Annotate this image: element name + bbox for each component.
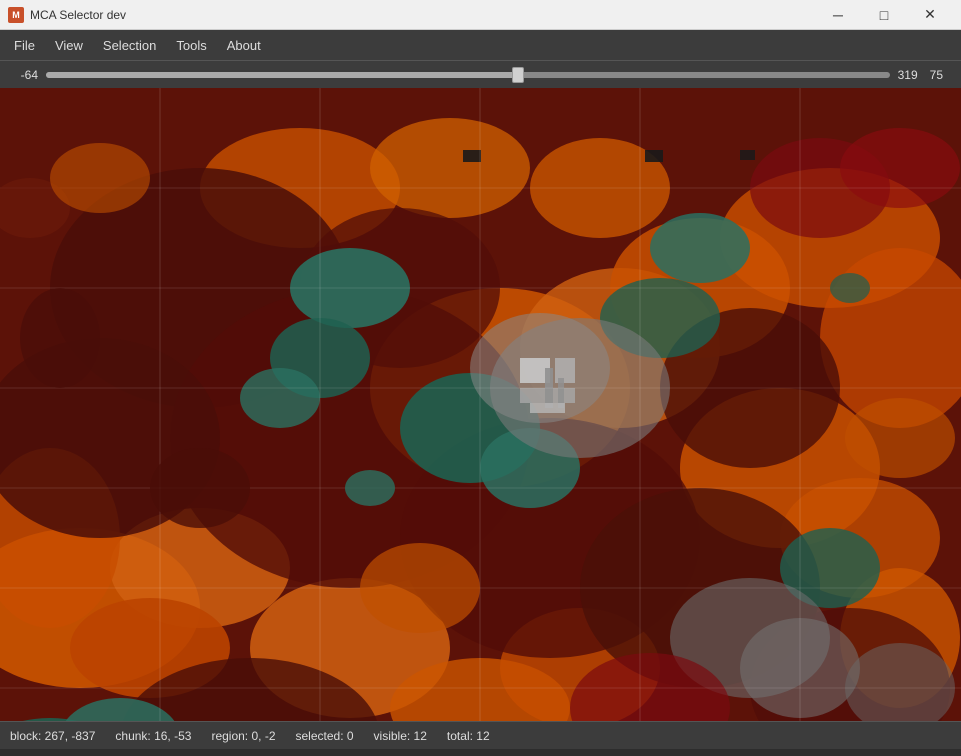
status-region: region: 0, -2: [211, 729, 295, 743]
menubar: File View Selection Tools About: [0, 30, 961, 60]
map-svg: [0, 88, 961, 721]
toolbar: -64 319 75: [0, 60, 961, 88]
slider-value-y: 75: [930, 68, 943, 82]
minimize-button[interactable]: ─: [815, 0, 861, 30]
window-controls: ─ □ ✕: [815, 0, 953, 30]
menu-view[interactable]: View: [45, 34, 93, 57]
maximize-button[interactable]: □: [861, 0, 907, 30]
status-visible: visible: 12: [374, 729, 447, 743]
slider-area: -64 319 75: [0, 68, 961, 82]
statusbar: block: 267, -837 chunk: 16, -53 region: …: [0, 721, 961, 749]
slider-right-values: 319 75: [898, 68, 953, 82]
map-area[interactable]: [0, 88, 961, 721]
status-chunk: chunk: 16, -53: [115, 729, 211, 743]
close-button[interactable]: ✕: [907, 0, 953, 30]
titlebar-left: M MCA Selector dev: [8, 7, 126, 23]
status-block: block: 267, -837: [10, 729, 115, 743]
menu-file[interactable]: File: [4, 34, 45, 57]
menu-about[interactable]: About: [217, 34, 271, 57]
slider-left-value: -64: [8, 68, 38, 82]
app-icon-label: M: [12, 10, 20, 20]
menu-selection[interactable]: Selection: [93, 34, 166, 57]
titlebar: M MCA Selector dev ─ □ ✕: [0, 0, 961, 30]
app-title: MCA Selector dev: [30, 8, 126, 22]
menu-tools[interactable]: Tools: [166, 34, 216, 57]
status-total: total: 12: [447, 729, 510, 743]
slider-value-x: 319: [898, 68, 918, 82]
app-icon: M: [8, 7, 24, 23]
slider-thumb[interactable]: [512, 67, 524, 83]
slider-track[interactable]: [46, 72, 890, 78]
status-selected: selected: 0: [296, 729, 374, 743]
slider-fill: [46, 72, 518, 78]
